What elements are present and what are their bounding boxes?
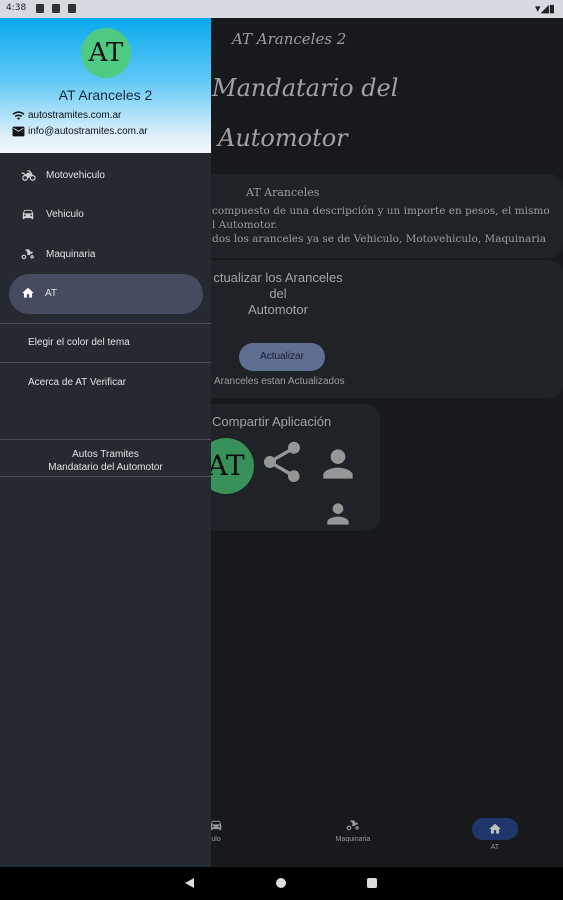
notification-icon xyxy=(36,4,44,13)
drawer-item-motovehiculo[interactable]: Motovehiculo xyxy=(0,160,211,192)
drawer-item-label: Maquinaria xyxy=(46,249,96,260)
drawer-footer: Autos Tramites Mandatario del Automotor xyxy=(0,448,211,474)
drawer-item-at[interactable]: AT xyxy=(9,274,203,314)
car-icon xyxy=(22,209,34,220)
recents-icon[interactable] xyxy=(367,878,377,888)
divider xyxy=(0,362,211,363)
system-navigation-bar xyxy=(0,867,563,900)
drawer-logo: AT xyxy=(81,28,131,78)
drawer-item-label: AT xyxy=(45,288,58,299)
drawer-item-theme-color[interactable]: Elegir el color del tema xyxy=(28,337,130,348)
wifi-icon xyxy=(12,111,25,120)
home-button-icon[interactable] xyxy=(276,878,286,888)
drawer-item-about[interactable]: Acerca de AT Verificar xyxy=(28,377,126,388)
drawer-website-row[interactable]: autostramites.com.ar xyxy=(12,110,121,121)
drawer-footer-line: Autos Tramites xyxy=(72,449,139,460)
drawer-email: info@autostramites.com.ar xyxy=(28,126,148,137)
drawer-item-label: Motovehiculo xyxy=(46,170,105,181)
drawer-item-vehiculo[interactable]: Vehiculo xyxy=(0,199,211,231)
divider xyxy=(0,323,211,324)
divider xyxy=(0,439,211,440)
divider xyxy=(0,476,211,477)
back-icon[interactable] xyxy=(185,878,194,888)
motorcycle-icon xyxy=(21,170,36,181)
drawer-item-maquinaria[interactable]: Maquinaria xyxy=(0,239,211,271)
drawer-email-row[interactable]: info@autostramites.com.ar xyxy=(12,126,148,137)
home-icon xyxy=(22,287,34,298)
drawer-item-label: Vehiculo xyxy=(46,209,84,220)
status-bar: 4:38 ▾◢▮ xyxy=(0,0,563,18)
notification-icon xyxy=(68,4,76,13)
wifi-battery-icon: ▾◢▮ xyxy=(534,3,555,15)
drawer-footer-line: Mandatario del Automotor xyxy=(48,462,163,473)
navigation-drawer: AT AT Aranceles 2 autostramites.com.ar i… xyxy=(0,18,211,867)
email-icon xyxy=(12,126,25,137)
drawer-app-name: AT Aranceles 2 xyxy=(58,87,153,103)
notification-icon xyxy=(52,4,60,13)
tractor-icon xyxy=(21,249,34,260)
drawer-header: AT AT Aranceles 2 autostramites.com.ar i… xyxy=(0,18,211,153)
drawer-website: autostramites.com.ar xyxy=(28,110,122,121)
status-time: 4:38 xyxy=(6,3,27,13)
